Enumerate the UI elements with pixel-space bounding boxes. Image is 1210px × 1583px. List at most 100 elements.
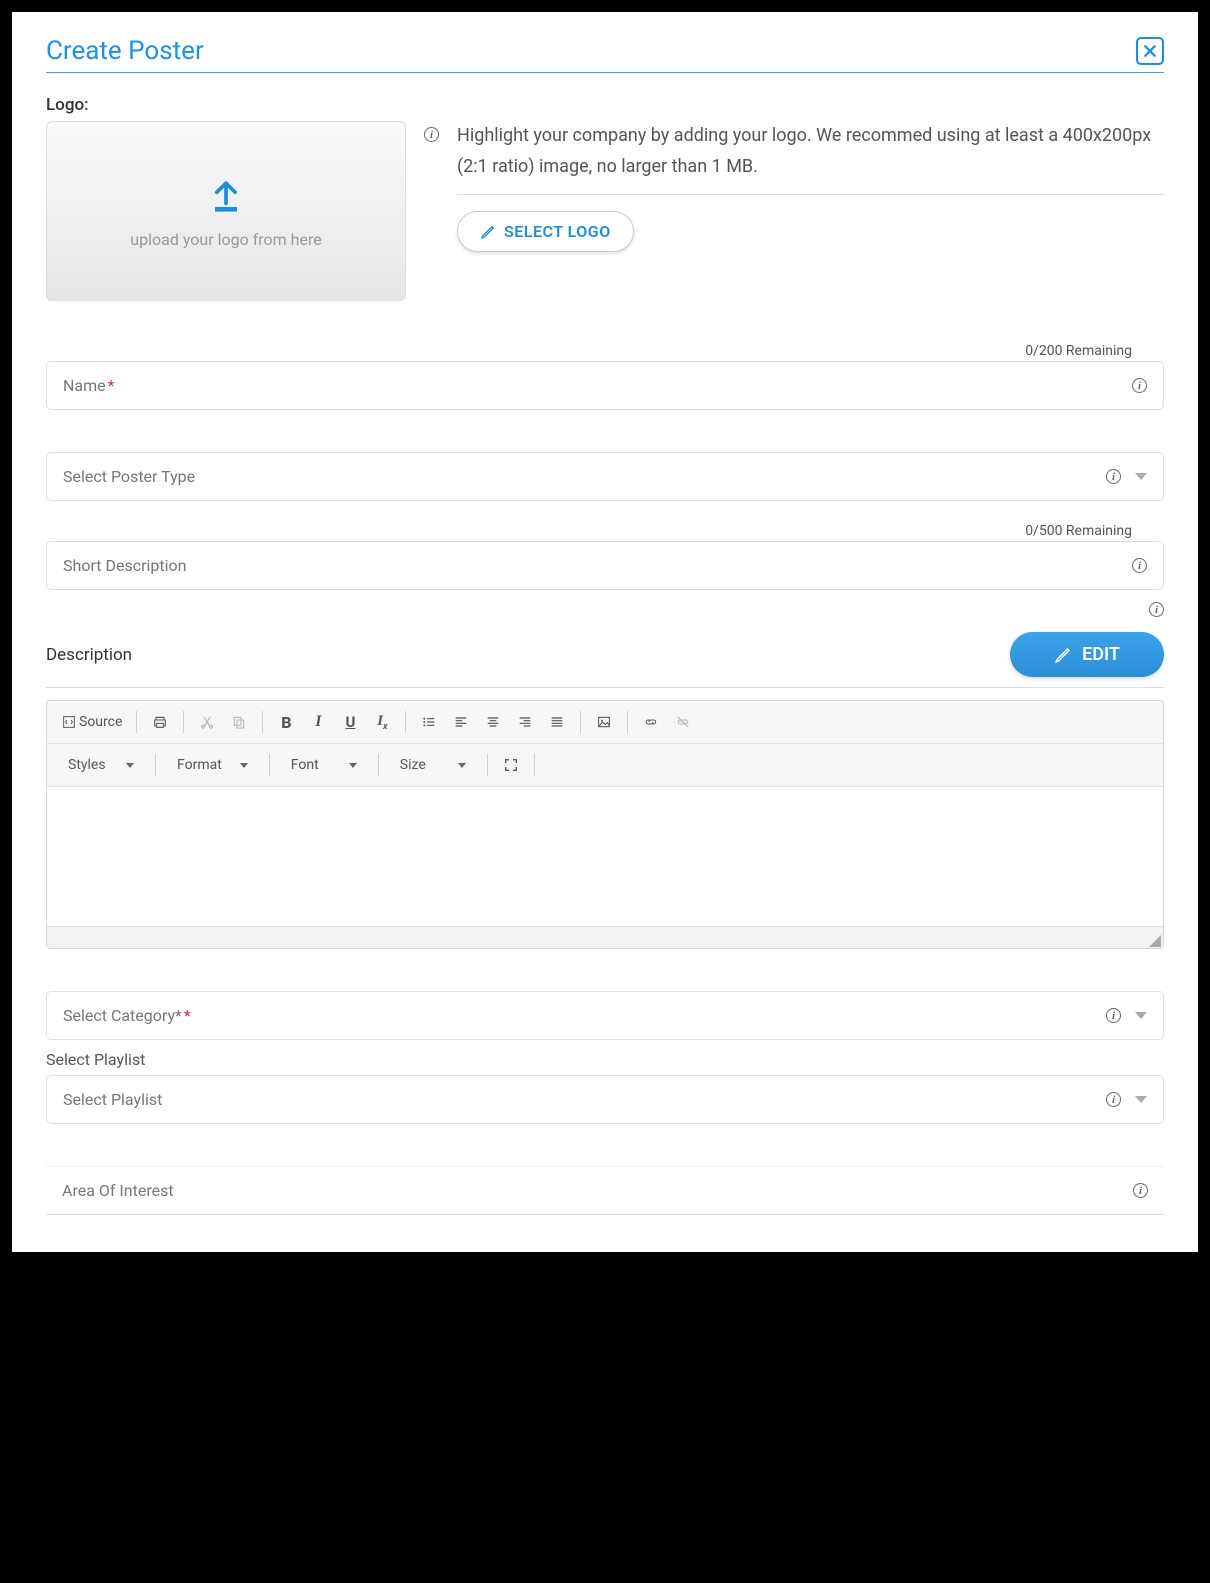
chevron-down-icon <box>458 763 466 768</box>
category-select[interactable]: Select Category* * i <box>46 991 1164 1040</box>
editor-image-button[interactable] <box>591 709 617 735</box>
pencil-icon <box>480 224 496 240</box>
source-icon <box>61 714 77 730</box>
select-logo-button[interactable]: SELECT LOGO <box>457 211 634 252</box>
copy-icon <box>231 714 247 730</box>
info-icon[interactable]: i <box>1132 378 1147 393</box>
edit-description-button[interactable]: EDIT <box>1010 632 1164 677</box>
select-logo-label: SELECT LOGO <box>504 222 611 241</box>
chevron-down-icon <box>1135 1012 1147 1019</box>
upload-icon <box>204 174 248 222</box>
poster-type-placeholder: Select Poster Type <box>63 467 195 486</box>
description-header-row: Description EDIT <box>46 632 1164 688</box>
short-desc-char-counter: 0/500 Remaining <box>46 523 1164 539</box>
chevron-down-icon <box>126 763 134 768</box>
image-icon <box>596 714 612 730</box>
dialog-header: Create Poster <box>46 36 1164 73</box>
editor-unlink-button[interactable] <box>670 709 696 735</box>
alignjustify-icon <box>549 714 565 730</box>
info-icon[interactable]: i <box>1106 1092 1121 1107</box>
category-block: Select Category* * i <box>46 991 1164 1040</box>
info-icon[interactable]: i <box>424 127 439 142</box>
create-poster-dialog: Create Poster Logo: upload your logo fro… <box>12 12 1198 1252</box>
aoi-input[interactable]: Area Of Interest i <box>46 1166 1164 1215</box>
print-icon <box>152 714 168 730</box>
name-input[interactable]: Name * i <box>46 361 1164 410</box>
maximize-icon <box>503 757 519 773</box>
editor-link-button[interactable] <box>638 709 664 735</box>
chevron-down-icon <box>1135 1096 1147 1103</box>
editor-italic-button[interactable]: I <box>305 709 331 735</box>
close-button[interactable] <box>1136 37 1164 65</box>
editor-maximize-button[interactable] <box>498 752 524 778</box>
rich-text-editor: Source B I U Ix <box>46 700 1164 949</box>
aoi-placeholder: Area Of Interest <box>62 1181 174 1200</box>
info-icon[interactable]: i <box>1133 1183 1148 1198</box>
close-icon <box>1142 43 1158 59</box>
info-icon[interactable]: i <box>1106 1008 1121 1023</box>
editor-footer <box>47 926 1163 948</box>
short-desc-block: 0/500 Remaining Short Description i <box>46 523 1164 590</box>
required-marker: * <box>184 1006 191 1025</box>
description-block: i Description EDIT Source B <box>46 632 1164 949</box>
underline-icon: U <box>345 713 355 731</box>
editor-content-area[interactable] <box>47 786 1163 926</box>
logo-section: upload your logo from here i Highlight y… <box>46 121 1164 301</box>
edit-button-label: EDIT <box>1082 644 1120 665</box>
editor-font-dropdown[interactable]: Font <box>280 752 368 778</box>
playlist-placeholder: Select Playlist <box>63 1090 162 1109</box>
aoi-block: Area Of Interest i <box>46 1166 1164 1215</box>
info-icon[interactable]: i <box>1106 469 1121 484</box>
clearformat-icon: Ix <box>377 713 387 732</box>
chevron-down-icon <box>349 763 357 768</box>
description-label: Description <box>46 645 132 665</box>
editor-toolbar-row-1: Source B I U Ix <box>47 701 1163 743</box>
short-desc-placeholder: Short Description <box>63 556 186 575</box>
playlist-label: Select Playlist <box>46 1050 1164 1069</box>
italic-icon: I <box>315 713 321 731</box>
editor-bulletlist-button[interactable] <box>416 709 442 735</box>
required-marker: * <box>108 376 115 395</box>
upload-hint-text: upload your logo from here <box>130 230 321 249</box>
editor-toolbar-row-2: Styles Format Font Size <box>47 743 1163 786</box>
logo-upload-dropzone[interactable]: upload your logo from here <box>46 121 406 301</box>
resize-grip[interactable] <box>1149 935 1161 947</box>
editor-format-dropdown[interactable]: Format <box>166 752 259 778</box>
unlink-icon <box>675 714 691 730</box>
logo-right-panel: Highlight your company by adding your lo… <box>457 121 1164 252</box>
short-desc-input[interactable]: Short Description i <box>46 541 1164 590</box>
editor-bold-button[interactable]: B <box>273 709 299 735</box>
playlist-select[interactable]: Select Playlist i <box>46 1075 1164 1124</box>
editor-underline-button[interactable]: U <box>337 709 363 735</box>
logo-help-text: Highlight your company by adding your lo… <box>457 121 1164 195</box>
link-icon <box>643 714 659 730</box>
info-icon[interactable]: i <box>1149 602 1164 617</box>
editor-clearformat-button[interactable]: Ix <box>369 709 395 735</box>
editor-alignright-button[interactable] <box>512 709 538 735</box>
info-icon[interactable]: i <box>1132 558 1147 573</box>
poster-type-block: Select Poster Type i <box>46 452 1164 501</box>
alignleft-icon <box>453 714 469 730</box>
editor-styles-dropdown[interactable]: Styles <box>57 752 145 778</box>
editor-alignleft-button[interactable] <box>448 709 474 735</box>
editor-alignjustify-button[interactable] <box>544 709 570 735</box>
editor-copy-button[interactable] <box>226 709 252 735</box>
aligncenter-icon <box>485 714 501 730</box>
logo-label: Logo: <box>46 95 1164 115</box>
editor-print-button[interactable] <box>147 709 173 735</box>
name-char-counter: 0/200 Remaining <box>46 343 1164 359</box>
editor-source-button[interactable]: Source <box>57 709 126 735</box>
editor-cut-button[interactable] <box>194 709 220 735</box>
alignright-icon <box>517 714 533 730</box>
editor-size-dropdown[interactable]: Size <box>389 752 477 778</box>
chevron-down-icon <box>1135 473 1147 480</box>
poster-type-select[interactable]: Select Poster Type i <box>46 452 1164 501</box>
name-placeholder: Name <box>63 376 106 395</box>
chevron-down-icon <box>240 763 248 768</box>
editor-aligncenter-button[interactable] <box>480 709 506 735</box>
dialog-title: Create Poster <box>46 36 204 66</box>
name-field-block: 0/200 Remaining Name * i <box>46 343 1164 410</box>
bold-icon: B <box>281 713 291 732</box>
category-placeholder: Select Category* <box>63 1006 182 1025</box>
pencil-icon <box>1054 646 1072 664</box>
